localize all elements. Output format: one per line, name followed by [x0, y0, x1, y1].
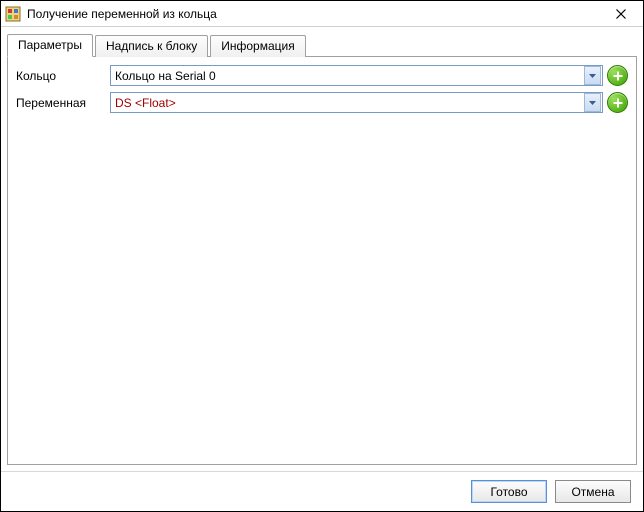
plus-icon	[613, 98, 623, 108]
chevron-down-icon	[589, 74, 596, 78]
variable-label: Переменная	[16, 96, 106, 110]
variable-add-button[interactable]	[607, 92, 628, 113]
ok-button[interactable]: Готово	[471, 480, 547, 503]
app-icon	[5, 6, 21, 22]
plus-icon	[613, 71, 623, 81]
close-icon	[616, 9, 626, 19]
cancel-button[interactable]: Отмена	[555, 480, 631, 503]
close-button[interactable]	[605, 4, 637, 24]
dialog-footer: Готово Отмена	[1, 471, 643, 511]
title-bar: Получение переменной из кольца	[1, 1, 643, 27]
ring-add-button[interactable]	[607, 65, 628, 86]
ring-combobox[interactable]: Кольцо на Serial 0	[110, 65, 603, 86]
tab-strip: Параметры Надпись к блоку Информация	[7, 33, 637, 56]
tab-block-caption[interactable]: Надпись к блоку	[95, 35, 208, 57]
variable-combobox[interactable]: DS <Float>	[110, 92, 603, 113]
row-variable: Переменная DS <Float>	[16, 92, 628, 113]
window-title: Получение переменной из кольца	[27, 7, 605, 21]
tab-information[interactable]: Информация	[210, 35, 305, 57]
variable-value: DS <Float>	[111, 96, 584, 110]
chevron-down-icon	[589, 101, 596, 105]
variable-dropdown-button[interactable]	[584, 93, 601, 112]
tab-panel-parameters: Кольцо Кольцо на Serial 0 Переменная DS …	[7, 56, 637, 465]
ring-label: Кольцо	[16, 69, 106, 83]
ring-value: Кольцо на Serial 0	[111, 69, 584, 83]
ring-dropdown-button[interactable]	[584, 66, 601, 85]
row-ring: Кольцо Кольцо на Serial 0	[16, 65, 628, 86]
tab-parameters[interactable]: Параметры	[7, 34, 93, 57]
